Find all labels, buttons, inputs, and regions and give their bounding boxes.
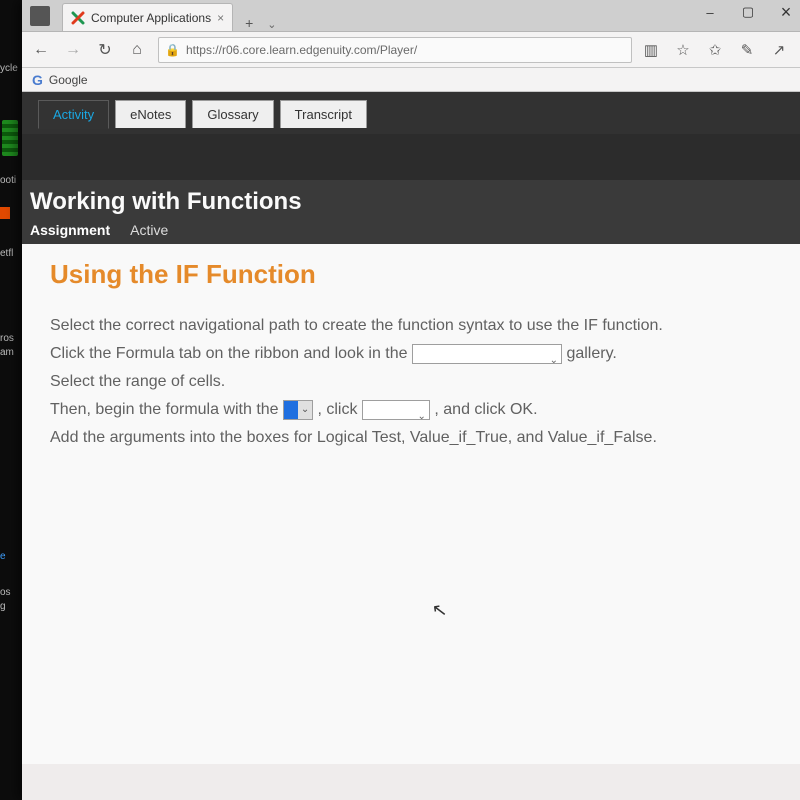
text-segment: , and click OK. bbox=[434, 401, 537, 418]
instruction-line-3: Select the range of cells. bbox=[50, 368, 780, 396]
instruction-line-4: Then, begin the formula with the ⌄ , cli… bbox=[50, 396, 780, 424]
text-segment: Click the Formula tab on the ribbon and … bbox=[50, 345, 412, 362]
add-favorite-icon[interactable]: ✩ bbox=[706, 41, 724, 59]
text-segment: Then, begin the formula with the bbox=[50, 401, 283, 418]
forward-button[interactable]: → bbox=[62, 39, 84, 61]
window-close-button[interactable]: × bbox=[778, 4, 794, 20]
instruction-line-5: Add the arguments into the boxes for Log… bbox=[50, 424, 780, 452]
left-fragment: am bbox=[0, 346, 22, 360]
left-fragment: os bbox=[0, 586, 22, 600]
lesson-title: Working with Functions bbox=[30, 188, 790, 216]
photo-of-screen: ycle ooti N etfl ros am e os g Computer … bbox=[0, 0, 800, 800]
x-logo-icon bbox=[71, 11, 85, 25]
share-icon[interactable]: ↗ bbox=[770, 41, 788, 59]
lesson-shell: Activity eNotes Glossary Transcript Work… bbox=[22, 92, 800, 244]
lesson-subtabs: Assignment Active bbox=[30, 222, 790, 238]
bookmark-google[interactable]: Google bbox=[49, 73, 88, 87]
left-fragment: e bbox=[0, 550, 22, 564]
left-fragment: ros bbox=[0, 332, 22, 346]
instruction-line-1: Select the correct navigational path to … bbox=[50, 312, 780, 340]
lock-icon: 🔒 bbox=[165, 43, 180, 57]
bookmarks-bar: G Google bbox=[22, 68, 800, 92]
content-title: Using the IF Function bbox=[50, 260, 780, 288]
tab-enotes[interactable]: eNotes bbox=[115, 100, 186, 128]
toolbar-right: ▥ ☆ ✩ ✎ ↗ bbox=[642, 41, 792, 59]
home-button[interactable]: ⌂ bbox=[126, 39, 148, 61]
window-controls: – ▢ × bbox=[702, 4, 794, 20]
lesson-tabs-row: Activity eNotes Glossary Transcript bbox=[22, 92, 800, 134]
instruction-line-2: Click the Formula tab on the ribbon and … bbox=[50, 340, 780, 368]
chevron-down-icon: ⌄ bbox=[298, 401, 312, 419]
left-fragment: ycle bbox=[0, 62, 22, 76]
window-minimize-button[interactable]: – bbox=[702, 4, 718, 20]
browser-window: Computer Applications × + ⌄ – ▢ × ← → ↻ … bbox=[22, 0, 800, 800]
text-segment: , click bbox=[317, 401, 361, 418]
formula-start-dropdown[interactable]: ⌄ bbox=[283, 400, 313, 420]
tab-title: Computer Applications bbox=[91, 11, 211, 25]
back-button[interactable]: ← bbox=[30, 39, 52, 61]
browser-toolbar: ← → ↻ ⌂ 🔒 https://r06.core.learn.edgenui… bbox=[22, 32, 800, 68]
window-corner-icon bbox=[30, 6, 50, 26]
taskbar-icon-fragment bbox=[2, 120, 18, 156]
left-fragment: etfl bbox=[0, 247, 22, 261]
tab-transcript[interactable]: Transcript bbox=[280, 100, 367, 128]
chevron-down-icon: ⌄ bbox=[550, 347, 558, 375]
left-fragment: N bbox=[0, 207, 22, 221]
notes-icon[interactable]: ✎ bbox=[738, 41, 756, 59]
lesson-tabs-spacer bbox=[22, 134, 800, 180]
left-fragment: ooti bbox=[0, 174, 22, 188]
content-pane: Using the IF Function Select the correct… bbox=[22, 244, 800, 764]
favorite-star-icon[interactable]: ☆ bbox=[674, 41, 692, 59]
refresh-button[interactable]: ↻ bbox=[94, 39, 116, 61]
address-bar[interactable]: 🔒 https://r06.core.learn.edgenuity.com/P… bbox=[158, 37, 632, 63]
gallery-dropdown[interactable]: ⌄ bbox=[412, 344, 562, 364]
google-favicon: G bbox=[32, 72, 43, 88]
tab-activity[interactable]: Activity bbox=[38, 100, 109, 129]
tabs-dropdown-icon[interactable]: ⌄ bbox=[263, 18, 280, 31]
lesson-header: Working with Functions Assignment Active bbox=[22, 180, 800, 244]
window-maximize-button[interactable]: ▢ bbox=[740, 4, 756, 20]
click-target-dropdown[interactable]: ⌄ bbox=[362, 400, 430, 420]
url-text: https://r06.core.learn.edgenuity.com/Pla… bbox=[186, 43, 417, 57]
subtab-assignment[interactable]: Assignment bbox=[30, 222, 110, 238]
tab-close-icon[interactable]: × bbox=[217, 11, 224, 25]
reading-view-icon[interactable]: ▥ bbox=[642, 41, 660, 59]
subtab-active-label: Active bbox=[130, 222, 168, 238]
text-segment: gallery. bbox=[566, 345, 616, 362]
left-fragment: g bbox=[0, 600, 22, 614]
browser-tabstrip: Computer Applications × + ⌄ – ▢ × bbox=[22, 0, 800, 32]
tab-glossary[interactable]: Glossary bbox=[192, 100, 273, 128]
chevron-down-icon: ⌄ bbox=[418, 403, 426, 431]
browser-tab-active[interactable]: Computer Applications × bbox=[62, 3, 233, 31]
new-tab-button[interactable]: + bbox=[239, 15, 259, 31]
